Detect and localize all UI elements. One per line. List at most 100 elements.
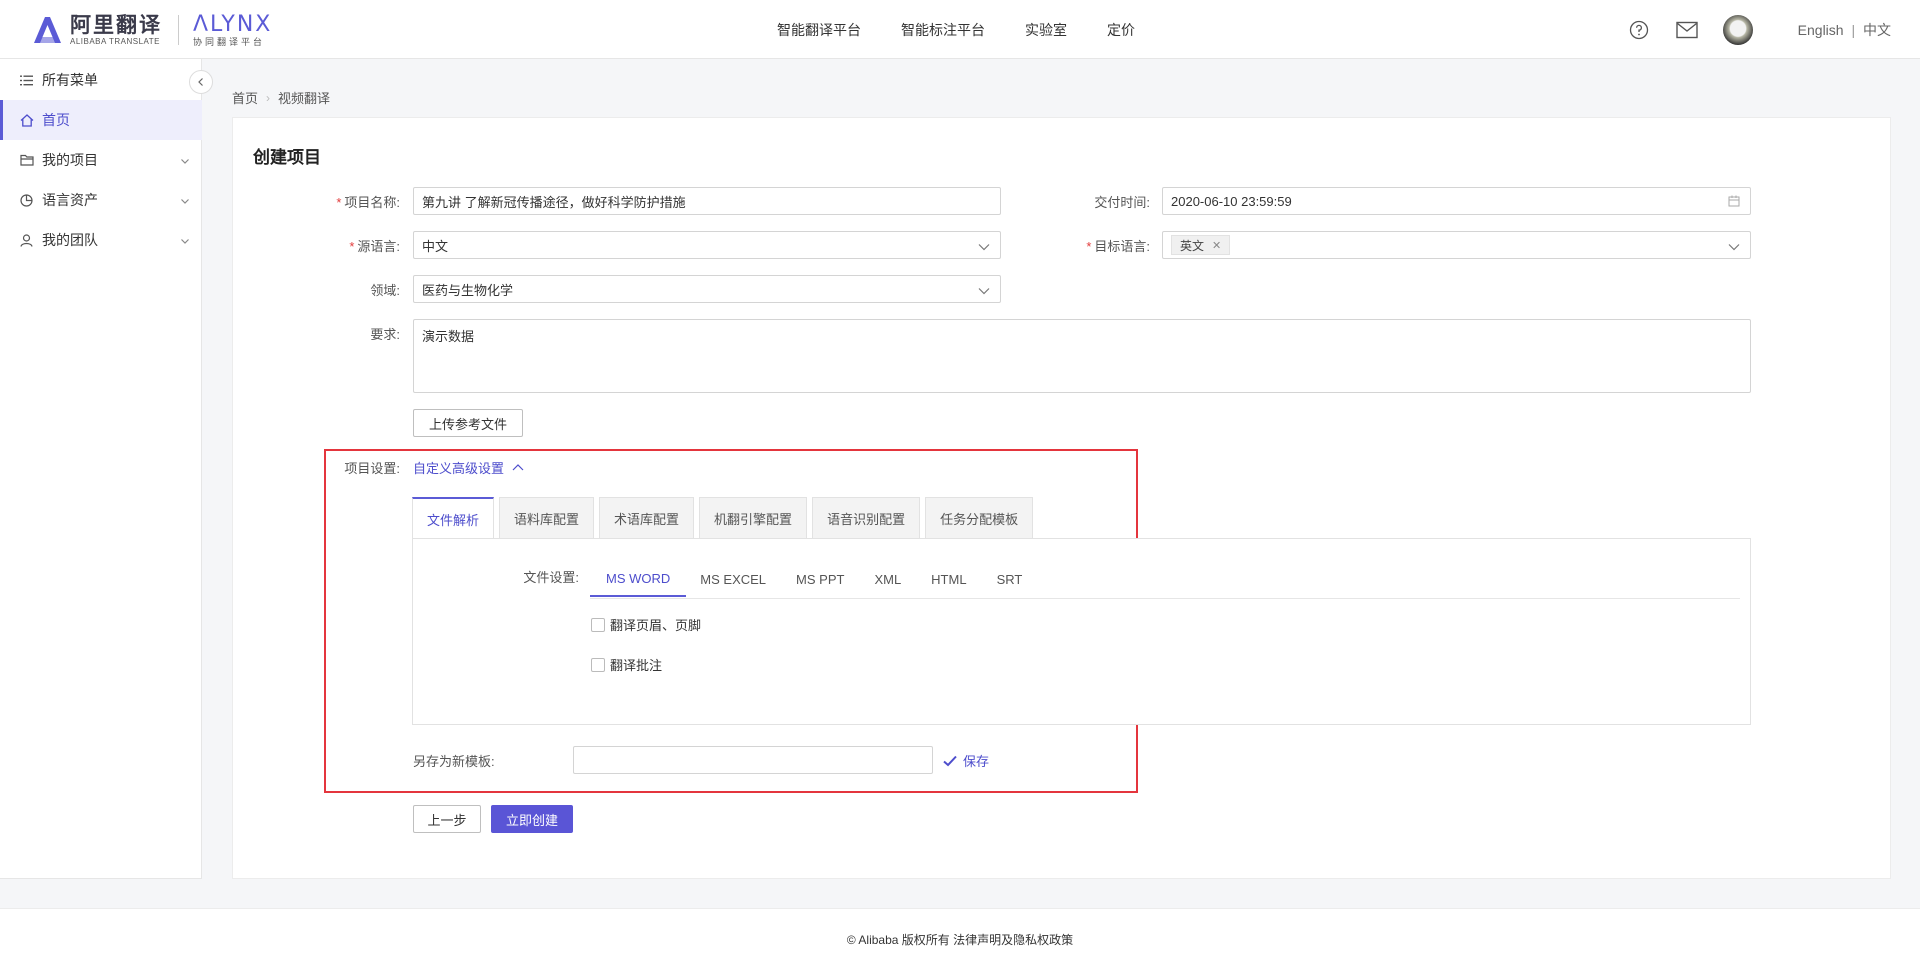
sidebar-item-label: 语言资产 <box>42 192 98 208</box>
nav-smart-translate[interactable]: 智能翻译平台 <box>777 20 861 40</box>
target-language-label: * 目标语言: <box>1086 239 1150 254</box>
footer: © Alibaba 版权所有 法律声明及隐私权政策 <box>0 908 1920 969</box>
subtab-html[interactable]: HTML <box>931 561 968 597</box>
project-settings-label: 项目设置: <box>344 461 400 476</box>
breadcrumb-current: 视频翻译 <box>278 91 331 106</box>
target-language-tag: 英文 ✕ <box>1171 235 1231 255</box>
subtab-divider <box>590 598 1740 599</box>
create-now-button[interactable]: 立即创建 <box>491 805 573 833</box>
logo-divider <box>178 15 179 45</box>
domain-label: 领域: <box>370 283 400 298</box>
tab-file-parsing[interactable]: 文件解析 <box>412 497 495 539</box>
lang-separator: | <box>1851 21 1856 38</box>
logo-cn-subtext: ALIBABA TRANSLATE <box>70 37 161 46</box>
subtab-ms-word[interactable]: MS WORD <box>590 561 687 597</box>
breadcrumb-home[interactable]: 首页 <box>232 88 258 107</box>
checkbox-comments[interactable]: 翻译批注 <box>591 655 662 674</box>
chevron-left-icon <box>198 78 203 86</box>
calendar-icon <box>1728 195 1740 210</box>
subtab-xml[interactable]: XML <box>874 561 903 597</box>
nav-lab[interactable]: 实验室 <box>1025 20 1067 40</box>
domain-select[interactable]: 医药与生物化学 <box>413 275 1001 303</box>
deadline-datepicker[interactable]: 2020-06-10 23:59:59 <box>1162 187 1751 215</box>
chevron-down-icon <box>180 233 190 249</box>
advanced-settings-toggle[interactable]: 自定义高级设置 <box>413 458 524 477</box>
subtab-srt[interactable]: SRT <box>997 561 1025 597</box>
check-icon <box>943 755 957 766</box>
required-mark: * <box>336 195 342 210</box>
requirement-label: 要求: <box>370 327 400 342</box>
source-language-label: * 源语言: <box>349 239 400 254</box>
tab-termbase-config[interactable]: 术语库配置 <box>599 497 695 539</box>
tab-mt-engine-config[interactable]: 机翻引擎配置 <box>699 497 808 539</box>
sidebar-item-my-team[interactable]: 我的团队 <box>0 220 202 260</box>
sidebar-item-home[interactable]: 首页 <box>0 100 202 140</box>
nav-smart-annotate[interactable]: 智能标注平台 <box>901 20 985 40</box>
language-switch: English | 中文 <box>1798 20 1891 40</box>
sidebar-item-label: 我的项目 <box>42 152 98 168</box>
deadline-label: 交付时间: <box>1094 195 1150 210</box>
save-template-label: 另存为新模板: <box>413 754 495 769</box>
subtab-ms-ppt[interactable]: MS PPT <box>796 561 846 597</box>
project-name-input[interactable]: 第九讲 了解新冠传播途径，做好科学防护措施 <box>413 187 1001 215</box>
close-icon[interactable]: ✕ <box>1212 239 1221 252</box>
alibaba-translate-logo-icon <box>34 17 61 43</box>
top-nav: 智能翻译平台 智能标注平台 实验室 定价 <box>777 0 1175 59</box>
target-language-select[interactable]: 英文 ✕ <box>1162 231 1751 259</box>
pie-chart-icon <box>20 193 34 207</box>
tab-task-template[interactable]: 任务分配模板 <box>925 497 1034 539</box>
settings-tabs: 文件解析 语料库配置 术语库配置 机翻引擎配置 语音识别配置 任务分配模板 <box>412 497 1038 539</box>
help-icon[interactable] <box>1627 18 1651 42</box>
tab-asr-config[interactable]: 语音识别配置 <box>812 497 921 539</box>
tab-corpus-config[interactable]: 语料库配置 <box>499 497 595 539</box>
file-settings-label: 文件设置: <box>523 570 579 585</box>
sidebar-item-language-assets[interactable]: 语言资产 <box>0 180 202 220</box>
logo-cn-text: 阿里翻译 <box>70 13 162 37</box>
checkbox[interactable] <box>591 657 605 672</box>
upload-reference-button[interactable]: 上传参考文件 <box>413 409 523 437</box>
lang-chinese[interactable]: 中文 <box>1863 22 1891 38</box>
required-mark: * <box>1086 239 1092 254</box>
lang-english[interactable]: English <box>1798 22 1844 38</box>
requirement-textarea[interactable]: 演示数据 <box>413 319 1751 393</box>
sidebar-item-label: 首页 <box>42 112 70 128</box>
chevron-down-icon <box>1728 240 1740 255</box>
nav-pricing[interactable]: 定价 <box>1107 20 1135 40</box>
chevron-down-icon <box>978 240 990 255</box>
footer-text[interactable]: © Alibaba 版权所有 法律声明及隐私权政策 <box>847 931 1073 948</box>
chevron-down-icon <box>978 284 990 299</box>
sidebar-item-label: 所有菜单 <box>42 72 98 88</box>
logo-en-subtext: 协同翻译平台 <box>193 36 266 47</box>
save-template-button[interactable]: 保存 <box>943 751 989 770</box>
checkbox[interactable] <box>591 617 605 632</box>
logo-en-text: ΛLYNX <box>193 11 273 37</box>
subtab-ms-excel[interactable]: MS EXCEL <box>700 561 768 597</box>
template-name-input[interactable] <box>573 746 933 774</box>
mail-icon[interactable] <box>1675 18 1699 42</box>
sidebar-item-label: 我的团队 <box>42 232 98 248</box>
checkbox-header-footer[interactable]: 翻译页眉、页脚 <box>591 615 701 634</box>
breadcrumb: 首页 › 视频翻译 <box>232 88 330 107</box>
file-parsing-panel: 文件设置: MS WORD MS EXCEL MS PPT XML HTML S… <box>412 538 1751 725</box>
sidebar: 所有菜单 首页 我的项目 语言资产 我的团队 <box>0 59 213 879</box>
sidebar-collapse-button[interactable] <box>189 70 213 94</box>
header-right: English | 中文 <box>1627 0 1920 59</box>
file-type-subtabs: MS WORD MS EXCEL MS PPT XML HTML SRT <box>590 561 1052 597</box>
chevron-down-icon <box>180 153 190 169</box>
home-icon <box>20 113 34 127</box>
chevron-up-icon <box>512 463 524 470</box>
project-name-label: * 项目名称: <box>336 195 400 210</box>
sidebar-item-all-menus[interactable]: 所有菜单 <box>0 60 202 100</box>
folder-icon <box>20 153 34 167</box>
list-icon <box>20 73 34 87</box>
source-language-select[interactable]: 中文 <box>413 231 1001 259</box>
page-title: 创建项目 <box>253 148 321 167</box>
top-header: 阿里翻译 ALIBABA TRANSLATE ΛLYNX 协同翻译平台 智能翻译… <box>0 0 1920 59</box>
prev-step-button[interactable]: 上一步 <box>413 805 481 833</box>
required-mark: * <box>349 239 355 254</box>
breadcrumb-separator-icon: › <box>266 90 271 105</box>
logo[interactable]: 阿里翻译 ALIBABA TRANSLATE ΛLYNX 协同翻译平台 <box>30 12 272 48</box>
sidebar-item-my-projects[interactable]: 我的项目 <box>0 140 202 180</box>
chevron-down-icon <box>180 193 190 209</box>
avatar[interactable] <box>1722 14 1753 45</box>
